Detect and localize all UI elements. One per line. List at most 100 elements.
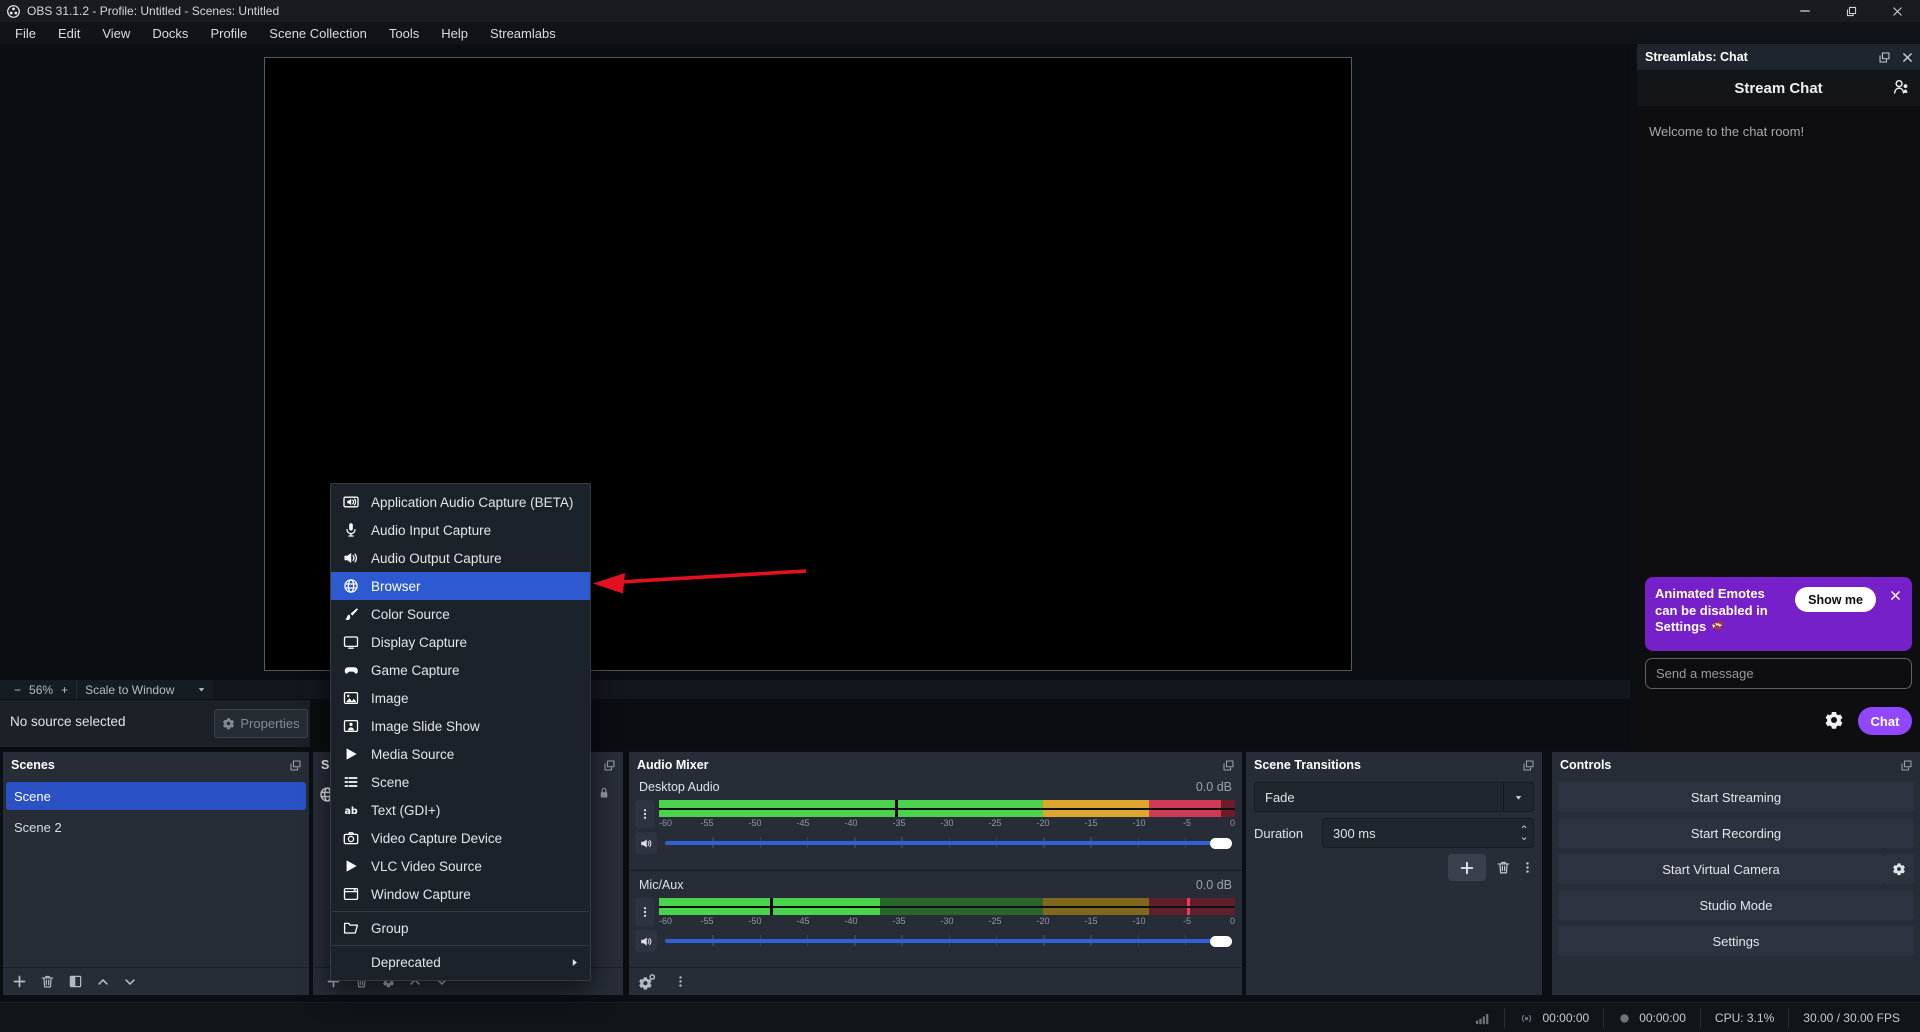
menu-help[interactable]: Help <box>430 22 479 44</box>
settings-button[interactable]: Settings <box>1558 926 1914 956</box>
menu-item-display-capture[interactable]: Display Capture <box>331 628 590 656</box>
menu-item-browser[interactable]: Browser <box>331 572 590 600</box>
submenu-arrow-icon <box>569 957 580 968</box>
menu-item-audio-input-capture[interactable]: Audio Input Capture <box>331 516 590 544</box>
volume-slider-handle[interactable] <box>1210 936 1232 947</box>
close-button[interactable] <box>1874 0 1920 22</box>
stream-chat-header: Stream Chat <box>1637 70 1920 106</box>
transition-menu-icon[interactable] <box>1521 861 1534 874</box>
image-icon <box>343 690 359 706</box>
transitions-panel-title: Scene Transitions <box>1254 758 1361 772</box>
controls-panel-title: Controls <box>1560 758 1611 772</box>
transition-select[interactable]: Fade <box>1254 782 1534 812</box>
brush-icon <box>343 606 359 622</box>
scene-list-item[interactable]: Scene 2 <box>6 813 306 841</box>
connection-quality <box>1461 1008 1504 1028</box>
start-virtual-camera-button[interactable]: Start Virtual Camera <box>1558 854 1884 884</box>
panel-popout-icon[interactable] <box>289 759 302 772</box>
minimize-button[interactable] <box>1782 0 1828 22</box>
menu-tools[interactable]: Tools <box>378 22 430 44</box>
mixer-channel-db: 0.0 dB <box>1196 780 1232 794</box>
duration-up-icon[interactable] <box>1519 822 1530 833</box>
panel-popout-icon[interactable] <box>1900 759 1913 772</box>
chat-welcome-message: Welcome to the chat room! <box>1649 124 1804 139</box>
menu-separator <box>332 911 589 912</box>
menu-item-application-audio-capture-beta-[interactable]: Application Audio Capture (BETA) <box>331 488 590 516</box>
restore-button[interactable] <box>1828 0 1874 22</box>
menu-edit[interactable]: Edit <box>47 22 91 44</box>
virtual-camera-settings-button[interactable] <box>1884 854 1914 884</box>
globe-icon <box>343 578 359 594</box>
controls-panel: Controls Start Streaming Start Recording S… <box>1552 752 1920 995</box>
panel-popout-icon[interactable] <box>603 759 616 772</box>
panel-popout-icon[interactable] <box>1222 759 1235 772</box>
source-lock-icon[interactable] <box>597 786 611 803</box>
menu-item-text-gdi-[interactable]: abText (GDI+) <box>331 796 590 824</box>
chat-dock-title: Streamlabs: Chat <box>1645 50 1748 64</box>
menu-item-image[interactable]: Image <box>331 684 590 712</box>
volume-slider[interactable] <box>665 836 1232 850</box>
menu-item-scene[interactable]: Scene <box>331 768 590 796</box>
channel-menu-button[interactable] <box>635 898 654 926</box>
properties-button[interactable]: Properties <box>214 709 308 738</box>
duration-input[interactable]: 300 ms <box>1322 818 1534 848</box>
menu-scene-collection[interactable]: Scene Collection <box>258 22 378 44</box>
volume-slider-handle[interactable] <box>1210 838 1232 849</box>
menu-view[interactable]: View <box>91 22 141 44</box>
app-audio-icon <box>343 494 359 510</box>
add-scene-button[interactable] <box>12 974 27 989</box>
scale-mode-select[interactable]: Scale to Window <box>77 683 182 697</box>
scene-down-button[interactable] <box>123 975 137 989</box>
studio-mode-button[interactable]: Studio Mode <box>1558 890 1914 920</box>
zoom-in-button[interactable]: + <box>53 683 76 697</box>
menu-item-image-slide-show[interactable]: Image Slide Show <box>331 712 590 740</box>
scene-up-button[interactable] <box>96 975 110 989</box>
status-bar: 00:00:00 00:00:00 CPU: 3.1% 30.00 / 30.0… <box>0 1002 1920 1032</box>
chat-dock-header: Streamlabs: Chat <box>1637 44 1920 70</box>
menu-file[interactable]: File <box>4 22 47 44</box>
scene-filters-button[interactable] <box>68 974 83 989</box>
stream-timer: 00:00:00 <box>1504 1008 1603 1028</box>
zoom-out-button[interactable]: − <box>6 683 29 697</box>
chat-message-input[interactable] <box>1645 658 1912 689</box>
menu-item-video-capture-device[interactable]: Video Capture Device <box>331 824 590 852</box>
duration-down-icon[interactable] <box>1519 833 1530 844</box>
chat-settings-gear-icon[interactable] <box>1824 710 1844 733</box>
channel-menu-button[interactable] <box>635 800 654 828</box>
menu-item-media-source[interactable]: Media Source <box>331 740 590 768</box>
menu-item-color-source[interactable]: Color Source <box>331 600 590 628</box>
obs-main-window: OBS 31.1.2 - Profile: Untitled - Scenes:… <box>0 0 1920 1032</box>
remove-scene-button[interactable] <box>40 974 55 989</box>
mute-button[interactable] <box>635 930 657 952</box>
menu-item-vlc-video-source[interactable]: VLC Video Source <box>331 852 590 880</box>
dock-popout-icon[interactable] <box>1878 51 1891 64</box>
dock-close-icon[interactable] <box>1901 51 1914 64</box>
mixer-channel-db: 0.0 dB <box>1196 878 1232 892</box>
menu-item-deprecated[interactable]: Deprecated <box>331 948 590 976</box>
emote-icon <box>1710 619 1725 633</box>
banner-close-icon[interactable] <box>1889 589 1902 605</box>
menu-streamlabs[interactable]: Streamlabs <box>479 22 567 44</box>
menu-profile[interactable]: Profile <box>199 22 258 44</box>
start-recording-button[interactable]: Start Recording <box>1558 818 1914 848</box>
cpu-usage: CPU: 3.1% <box>1700 1008 1788 1028</box>
chat-send-button[interactable]: Chat <box>1858 707 1912 735</box>
volume-slider[interactable] <box>665 934 1232 948</box>
mixer-menu-icon[interactable] <box>674 975 687 988</box>
menu-docks[interactable]: Docks <box>141 22 199 44</box>
menu-item-window-capture[interactable]: Window Capture <box>331 880 590 908</box>
start-streaming-button[interactable]: Start Streaming <box>1558 782 1914 812</box>
chat-users-icon[interactable] <box>1892 78 1910 99</box>
scenes-panel-title: Scenes <box>11 758 55 772</box>
menu-item-game-capture[interactable]: Game Capture <box>331 656 590 684</box>
remove-transition-button[interactable] <box>1496 860 1511 875</box>
advanced-audio-icon[interactable] <box>638 973 656 991</box>
mute-button[interactable] <box>635 832 657 854</box>
menu-item-audio-output-capture[interactable]: Audio Output Capture <box>331 544 590 572</box>
panel-popout-icon[interactable] <box>1522 759 1535 772</box>
add-transition-button[interactable] <box>1448 854 1486 881</box>
scale-mode-caret-icon[interactable] <box>196 684 207 695</box>
scene-list-item[interactable]: Scene <box>6 782 306 810</box>
show-me-button[interactable]: Show me <box>1795 587 1876 612</box>
menu-item-group[interactable]: Group <box>331 914 590 942</box>
